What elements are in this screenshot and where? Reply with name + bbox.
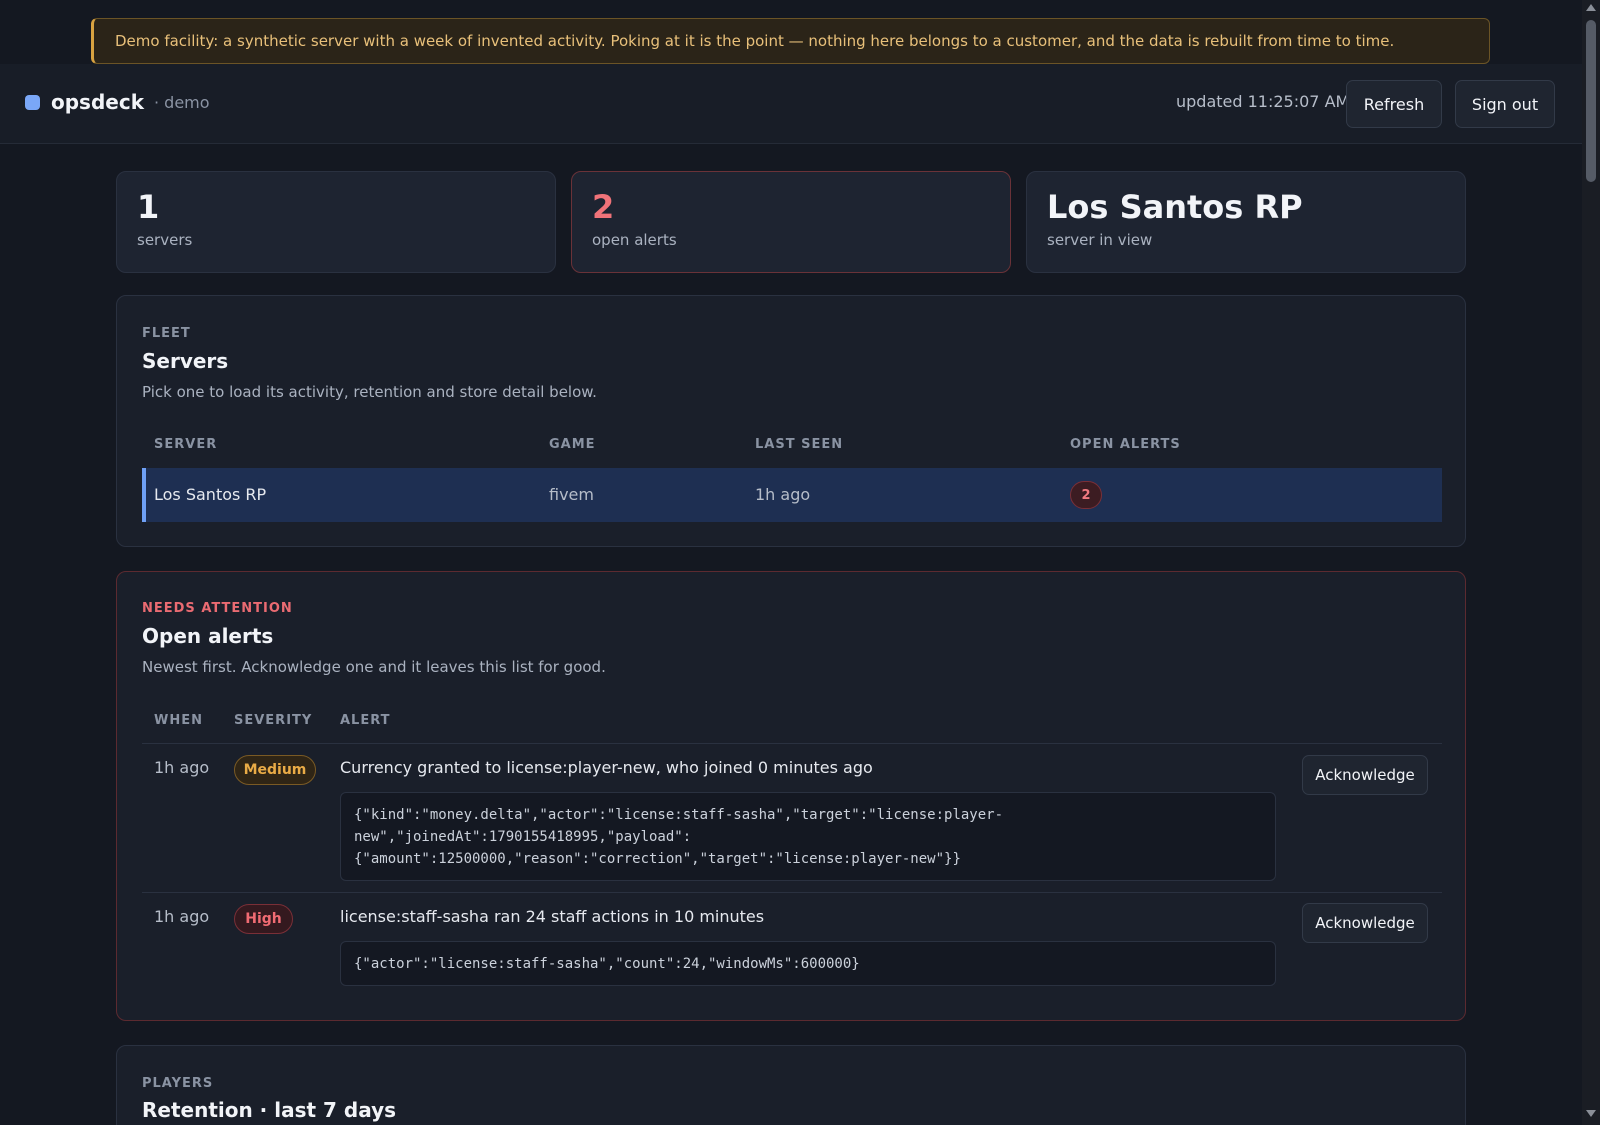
section-title: Retention · last 7 days: [142, 1098, 397, 1122]
column-header-server[interactable]: SERVER: [154, 437, 217, 452]
alert-when: 1h ago: [154, 907, 210, 926]
stat-label: servers: [137, 231, 193, 250]
alert-payload: {"actor":"license:staff-sasha","count":2…: [340, 941, 1276, 986]
stat-value: Los Santos RP: [1047, 188, 1303, 226]
section-description: Newest first. Acknowledge one and it lea…: [142, 658, 606, 676]
column-header-severity[interactable]: SEVERITY: [234, 713, 312, 728]
open-alerts-card: NEEDS ATTENTION Open alerts Newest first…: [116, 571, 1466, 1021]
scrollbar-thumb[interactable]: [1586, 20, 1596, 182]
column-header-last-seen[interactable]: LAST SEEN: [755, 437, 843, 452]
brand-logo-icon: [25, 94, 40, 110]
scroll-down-arrow-icon[interactable]: [1586, 1110, 1596, 1117]
divider: [142, 743, 1442, 744]
demo-banner-text: Demo facility: a synthetic server with a…: [115, 32, 1395, 50]
acknowledge-button[interactable]: Acknowledge: [1302, 755, 1428, 795]
alert-message: Currency granted to license:player-new, …: [340, 758, 873, 777]
divider: [142, 892, 1442, 893]
acknowledge-button[interactable]: Acknowledge: [1302, 903, 1428, 943]
demo-banner: Demo facility: a synthetic server with a…: [91, 18, 1490, 64]
section-title: Servers: [142, 349, 229, 373]
environment-label: · demo: [154, 92, 210, 112]
section-title: Open alerts: [142, 624, 274, 648]
page-scrollbar[interactable]: [1582, 0, 1600, 1125]
section-eyebrow: FLEET: [142, 326, 191, 341]
section-eyebrow: NEEDS ATTENTION: [142, 601, 293, 616]
last-seen-cell: 1h ago: [755, 485, 811, 504]
server-name-cell[interactable]: Los Santos RP: [154, 485, 266, 504]
brand-name: opsdeck: [51, 90, 144, 114]
refresh-button[interactable]: Refresh: [1346, 80, 1442, 128]
brand[interactable]: opsdeck · demo: [25, 90, 210, 114]
players-card: PLAYERS Retention · last 7 days: [116, 1045, 1466, 1125]
alert-message: license:staff-sasha ran 24 staff actions…: [340, 907, 765, 926]
column-header-open-alerts[interactable]: OPEN ALERTS: [1070, 437, 1181, 452]
severity-badge-high: High: [234, 904, 293, 934]
stat-label: open alerts: [592, 231, 677, 250]
stat-card-servers: 1 servers: [116, 171, 556, 273]
section-eyebrow: PLAYERS: [142, 1076, 214, 1091]
game-cell: fivem: [549, 485, 594, 504]
stat-value: 1: [137, 188, 160, 226]
stat-card-server-in-view: Los Santos RP server in view: [1026, 171, 1466, 273]
column-header-when[interactable]: WHEN: [154, 713, 203, 728]
column-header-alert[interactable]: ALERT: [340, 713, 391, 728]
stat-value: 2: [592, 188, 615, 226]
fleet-card: FLEET Servers Pick one to load its activ…: [116, 295, 1466, 547]
stat-card-open-alerts: 2 open alerts: [571, 171, 1011, 273]
alert-when: 1h ago: [154, 758, 210, 777]
top-bar: opsdeck · demo updated 11:25:07 AM Refre…: [0, 64, 1582, 144]
scroll-up-arrow-icon[interactable]: [1586, 4, 1596, 11]
last-updated-time: updated 11:25:07 AM: [1176, 92, 1350, 111]
open-alerts-count-badge: 2: [1070, 481, 1102, 509]
severity-badge-medium: Medium: [234, 755, 316, 785]
column-header-game[interactable]: GAME: [549, 437, 596, 452]
alert-payload: {"kind":"money.delta","actor":"license:s…: [340, 792, 1276, 881]
sign-out-button[interactable]: Sign out: [1455, 80, 1555, 128]
stat-label: server in view: [1047, 231, 1153, 250]
section-description: Pick one to load its activity, retention…: [142, 383, 597, 401]
